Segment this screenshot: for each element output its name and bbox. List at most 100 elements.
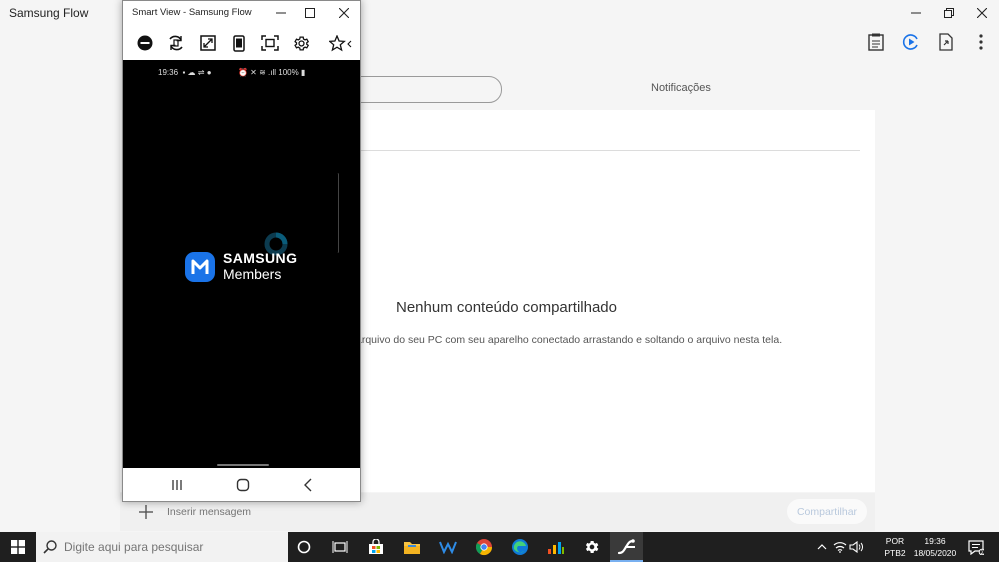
signal-icons: ⏰ ✕ ≋ .ıll — [238, 68, 279, 77]
screen-capture-icon — [261, 35, 279, 51]
search-input[interactable] — [64, 540, 279, 554]
chevron-up-icon — [817, 544, 827, 550]
rotate-button[interactable] — [165, 32, 187, 54]
minimize-icon — [911, 12, 921, 14]
app-waves[interactable] — [430, 532, 466, 562]
phone-icon — [233, 34, 245, 52]
store-app[interactable] — [358, 532, 394, 562]
edge-app[interactable] — [502, 532, 538, 562]
phone-screen[interactable]: 19:36 ▪ ☁ ⇌ ● ⏰ ✕ ≋ .ıll 100% ▮ SAMSUNG … — [123, 60, 360, 468]
sv-minimize-button[interactable] — [270, 3, 292, 23]
samsung-members-logo — [185, 252, 215, 282]
edge-panel-handle[interactable] — [336, 173, 339, 253]
status-bar-right: ⏰ ✕ ≋ .ıll 100% ▮ — [238, 68, 305, 77]
smart-view-icon — [902, 34, 918, 50]
action-center-icon: 2 — [968, 539, 984, 555]
edge-icon — [512, 539, 528, 555]
more-options-button[interactable] — [969, 30, 993, 54]
folder-icon — [404, 541, 420, 554]
minimize-icon — [276, 12, 286, 14]
brand-name-line2: Members — [223, 266, 282, 282]
stats-app[interactable] — [538, 532, 574, 562]
search-icon — [43, 540, 57, 554]
notification-center-button[interactable]: 2 — [964, 532, 988, 562]
network-button[interactable] — [833, 532, 847, 562]
smart-view-button[interactable] — [899, 30, 923, 54]
maximize-icon — [305, 8, 315, 18]
recent-apps-button[interactable] — [171, 479, 183, 491]
brand-name-line1: SAMSUNG — [223, 250, 298, 266]
task-view-icon — [332, 541, 348, 553]
phone-screen-button[interactable] — [228, 32, 250, 54]
home-button[interactable] — [236, 478, 250, 492]
battery-level: 100% — [278, 68, 299, 77]
bar-chart-icon — [548, 542, 564, 554]
speaker-icon — [849, 541, 863, 553]
attach-button[interactable] — [137, 503, 155, 521]
clock-date: 18/05/2020 — [913, 548, 957, 558]
disconnect-button[interactable] — [134, 32, 156, 54]
tab-shared-content[interactable] — [340, 76, 502, 103]
cortana-icon — [297, 540, 311, 554]
smart-view-title: Smart View - Samsung Flow — [132, 7, 252, 18]
sv-maximize-button[interactable] — [299, 3, 321, 23]
samsung-flow-icon — [617, 539, 635, 555]
svg-text:2: 2 — [981, 549, 984, 554]
store-icon — [369, 539, 383, 554]
share-button[interactable]: Compartilhar — [787, 499, 867, 524]
recent-apps-icon — [172, 479, 182, 490]
phone-navigation-bar — [145, 468, 339, 501]
empty-state-title: Nenhum conteúdo compartilhado — [396, 299, 617, 316]
battery-icon: ▮ — [300, 68, 306, 77]
system-clock[interactable]: 19:36 18/05/2020 — [912, 535, 958, 559]
taskbar: POR PTB2 19:36 18/05/2020 2 — [0, 532, 999, 562]
status-time: 19:36 — [158, 68, 179, 77]
close-button[interactable] — [965, 0, 999, 26]
wifi-icon — [833, 542, 847, 553]
favorites-button[interactable] — [328, 32, 354, 54]
windows-logo-icon — [11, 540, 25, 554]
restore-button[interactable] — [932, 0, 966, 26]
clipboard-button[interactable] — [864, 30, 888, 54]
divider — [340, 150, 860, 151]
back-icon — [303, 478, 312, 491]
chrome-app[interactable] — [466, 532, 502, 562]
wave-app-icon — [439, 541, 457, 554]
window-title: Samsung Flow — [9, 6, 89, 20]
settings-app[interactable] — [574, 532, 610, 562]
show-hidden-icons-button[interactable] — [815, 532, 829, 562]
back-button[interactable] — [303, 478, 313, 492]
clipboard-icon — [868, 33, 884, 51]
keyboard-layout: PTB2 — [884, 548, 906, 558]
empty-state-description: arquivo do seu PC com seu aparelho conec… — [356, 334, 783, 346]
task-view-button[interactable] — [322, 532, 358, 562]
cortana-button[interactable] — [286, 532, 322, 562]
chrome-icon — [475, 539, 493, 556]
file-explorer-app[interactable] — [394, 532, 430, 562]
restore-icon — [944, 8, 954, 18]
gear-icon — [585, 541, 599, 553]
resize-button[interactable] — [197, 32, 219, 54]
settings-button[interactable] — [290, 32, 312, 54]
expand-icon — [200, 35, 216, 51]
start-button[interactable] — [0, 532, 36, 562]
samsung-flow-app[interactable] — [610, 532, 643, 562]
close-icon — [977, 8, 987, 18]
smart-view-window: Smart View - Samsung Flow 19:36 ▪ ☁ ⇌ ● … — [122, 0, 361, 502]
volume-button[interactable] — [849, 532, 863, 562]
send-file-button[interactable] — [934, 30, 958, 54]
gear-icon — [293, 35, 309, 51]
gesture-handle — [217, 464, 269, 466]
minimize-button[interactable] — [899, 0, 933, 26]
minus-circle-icon — [137, 35, 153, 51]
close-icon — [339, 8, 349, 18]
sv-close-button[interactable] — [333, 3, 355, 23]
input-language-indicator[interactable]: POR PTB2 — [884, 535, 906, 559]
screenshot-button[interactable] — [259, 32, 281, 54]
tab-notifications[interactable]: Notificações — [651, 82, 711, 94]
star-icon — [329, 34, 352, 51]
language-code: POR — [885, 536, 905, 546]
taskbar-search[interactable] — [36, 532, 288, 562]
more-vertical-icon — [979, 34, 983, 50]
message-input[interactable] — [167, 506, 467, 518]
